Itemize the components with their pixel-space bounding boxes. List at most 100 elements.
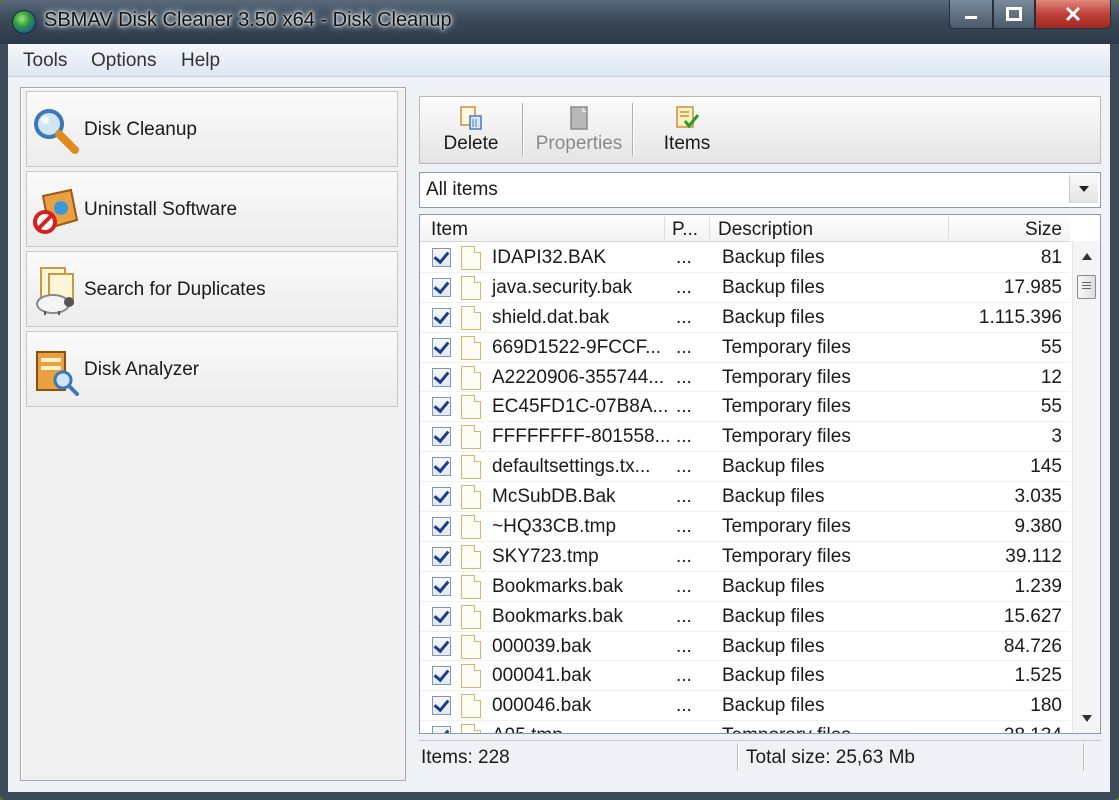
cell-description: Temporary files xyxy=(722,396,851,418)
cell-path: ... xyxy=(676,575,692,597)
menu-options[interactable]: Options xyxy=(91,50,156,72)
minimize-button[interactable] xyxy=(949,0,993,29)
table-row[interactable]: A95.tmp... Temporary files 28.134 xyxy=(420,721,1070,733)
cell-description: Backup files xyxy=(722,276,825,298)
row-checkbox[interactable] xyxy=(432,576,451,596)
row-checkbox[interactable] xyxy=(432,726,451,733)
cell-size: 145 xyxy=(1030,456,1062,478)
row-checkbox[interactable] xyxy=(432,397,451,417)
sidebar-item-disk-cleanup[interactable]: Disk Cleanup xyxy=(26,91,398,167)
row-checkbox[interactable] xyxy=(432,337,451,357)
caption-buttons xyxy=(949,0,1111,30)
magnifier-icon xyxy=(34,109,79,154)
dropdown-arrow-button[interactable] xyxy=(1069,175,1098,203)
table-row[interactable]: 000046.bak... Backup files 180 xyxy=(420,691,1070,722)
row-checkbox[interactable] xyxy=(432,367,451,387)
cell-item-name: shield.dat.bak xyxy=(492,306,610,328)
row-checkbox[interactable] xyxy=(432,636,451,656)
column-divider[interactable] xyxy=(664,217,665,239)
maximize-button[interactable] xyxy=(993,0,1035,29)
row-checkbox[interactable] xyxy=(432,248,451,267)
menu-bar: Tools Options Help xyxy=(8,44,1110,77)
cell-path: ... xyxy=(676,695,692,717)
column-header-item[interactable]: Item xyxy=(431,219,468,241)
table-row[interactable]: Bookmarks.bak... Backup files 15.627 xyxy=(420,602,1070,632)
row-checkbox[interactable] xyxy=(432,427,451,447)
cell-size: 28.134 xyxy=(1004,725,1062,733)
table-row[interactable]: Bookmarks.bak... Backup files 1.239 xyxy=(420,572,1070,602)
delete-button[interactable]: Delete xyxy=(434,97,508,163)
items-checklist-icon xyxy=(676,106,700,129)
cell-path: ... xyxy=(676,665,692,687)
cell-description: Backup files xyxy=(722,306,825,328)
file-icon xyxy=(461,335,481,360)
column-header-size[interactable]: Size xyxy=(1025,219,1062,241)
title-bar[interactable]: SBMAV Disk Cleaner 3.50 x64 - Disk Clean… xyxy=(0,0,1119,44)
table-row[interactable]: McSubDB.Bak... Backup files 3.035 xyxy=(420,482,1070,513)
cell-size: 3 xyxy=(1051,426,1062,448)
row-checkbox[interactable] xyxy=(432,517,451,537)
close-icon xyxy=(1065,6,1081,22)
column-header-description[interactable]: Description xyxy=(718,219,813,241)
scroll-thumb[interactable] xyxy=(1077,275,1096,299)
sidebar-item-uninstall-software[interactable]: Uninstall Software xyxy=(26,171,398,247)
status-item-count: Items: 228 xyxy=(421,747,510,768)
sbmav-logo-icon[interactable] xyxy=(12,10,36,34)
cell-path: ... xyxy=(676,306,692,328)
table-row[interactable]: 000041.bak... Backup files 1.525 xyxy=(420,661,1070,692)
sidebar-item-disk-analyzer[interactable]: Disk Analyzer xyxy=(26,331,398,407)
cell-item-name: 669D1522-9FCCF... xyxy=(492,336,661,358)
cell-description: Temporary files xyxy=(722,725,851,733)
cell-description: Backup files xyxy=(722,486,825,508)
sidebar-item-search-duplicates[interactable]: Search for Duplicates xyxy=(26,251,398,327)
row-checkbox[interactable] xyxy=(432,546,451,566)
cell-item-name: java.security.bak xyxy=(492,276,633,298)
column-divider[interactable] xyxy=(709,217,710,239)
table-row[interactable]: FFFFFFFF-801558...... Temporary files 3 xyxy=(420,422,1070,453)
row-checkbox[interactable] xyxy=(432,277,451,297)
cell-description: Backup files xyxy=(722,695,825,717)
file-list[interactable]: Item P... Description Size IDAPI32.BAK..… xyxy=(419,214,1101,734)
sidebar: Disk Cleanup Uninstall Software Search f… xyxy=(20,87,406,781)
table-row[interactable]: 000039.bak... Backup files 84.726 xyxy=(420,632,1070,662)
table-row[interactable]: EC45FD1C-07B8A...... Temporary files 55 xyxy=(420,392,1070,423)
table-row[interactable]: shield.dat.bak... Backup files 1.115.396 xyxy=(420,303,1070,333)
items-button[interactable]: Items xyxy=(652,97,722,163)
column-header-path[interactable]: P... xyxy=(672,219,698,241)
file-icon xyxy=(461,544,481,569)
column-divider[interactable] xyxy=(948,217,949,239)
table-row[interactable]: SKY723.tmp... Temporary files 39.112 xyxy=(420,542,1070,572)
status-divider xyxy=(737,743,738,771)
cell-description: Backup files xyxy=(722,605,825,627)
cell-item-name: IDAPI32.BAK xyxy=(492,247,607,268)
items-filter-dropdown[interactable]: All items xyxy=(419,172,1101,208)
menu-help[interactable]: Help xyxy=(181,50,220,72)
row-checkbox[interactable] xyxy=(432,666,451,686)
cell-path: ... xyxy=(676,456,692,478)
cell-item-name: defaultsettings.tx... xyxy=(492,456,651,478)
status-total-size: Total size: 25,63 Mb xyxy=(746,747,915,768)
table-row[interactable]: IDAPI32.BAK... Backup files 81 xyxy=(420,243,1070,273)
row-checkbox[interactable] xyxy=(432,696,451,716)
main-panel: Delete Properties Items All items Item P… xyxy=(419,96,1101,772)
vertical-scrollbar[interactable] xyxy=(1072,241,1100,733)
row-checkbox[interactable] xyxy=(432,606,451,626)
cell-item-name: Bookmarks.bak xyxy=(492,605,623,627)
close-button[interactable] xyxy=(1035,0,1111,29)
row-checkbox[interactable] xyxy=(432,487,451,507)
table-row[interactable]: ~HQ33CB.tmp... Temporary files 9.380 xyxy=(420,512,1070,542)
menu-tools[interactable]: Tools xyxy=(23,50,67,72)
table-row[interactable]: A2220906-355744...... Temporary files 12 xyxy=(420,363,1070,393)
row-checkbox[interactable] xyxy=(432,307,451,327)
table-row[interactable]: 669D1522-9FCCF...... Temporary files 55 xyxy=(420,333,1070,363)
uninstall-box-icon xyxy=(33,188,79,234)
filter-selected-value: All items xyxy=(426,179,498,200)
properties-button[interactable]: Properties xyxy=(528,97,630,163)
delete-icon xyxy=(460,106,482,130)
row-checkbox[interactable] xyxy=(432,457,451,477)
table-row[interactable]: defaultsettings.tx...... Backup files 145 xyxy=(420,452,1070,483)
table-row[interactable]: java.security.bak... Backup files 17.985 xyxy=(420,273,1070,303)
scroll-up-arrow[interactable] xyxy=(1073,245,1100,267)
scroll-down-arrow[interactable] xyxy=(1073,707,1100,729)
file-icon xyxy=(461,275,481,300)
